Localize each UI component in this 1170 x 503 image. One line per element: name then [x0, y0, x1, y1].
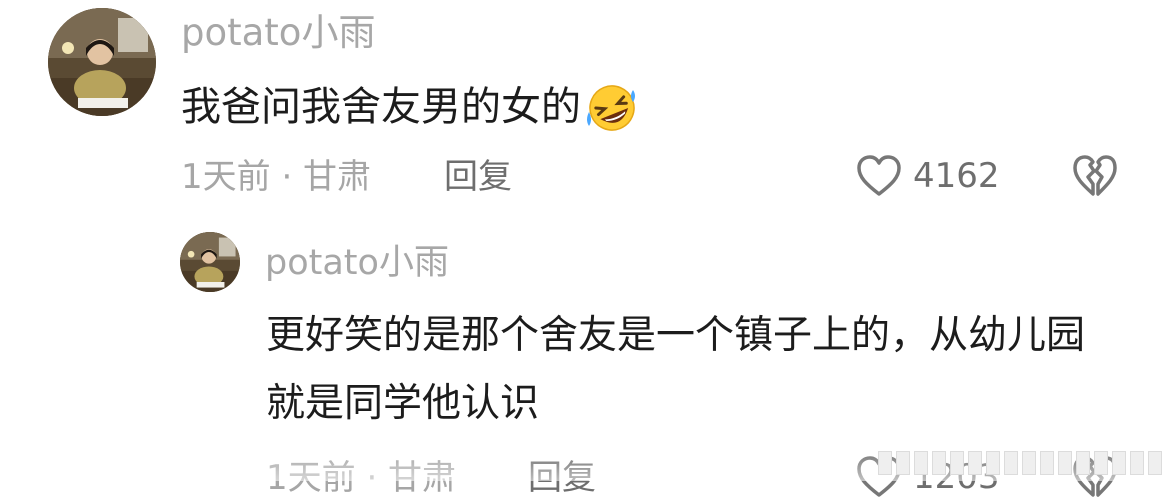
- reply-text: 更好笑的是那个舍友是一个镇子上的，从幼儿园就是同学他认识: [266, 313, 1086, 426]
- comment-text: 我爸问我舍友男的女的: [181, 84, 581, 130]
- watermark-block: [896, 451, 910, 475]
- comment-like-button[interactable]: 4162: [856, 154, 1000, 198]
- heart-outline-icon: [856, 154, 902, 198]
- watermark-block: [1058, 451, 1072, 475]
- watermark-block: [950, 451, 964, 475]
- watermark-strip: [878, 451, 1162, 475]
- reply-username[interactable]: potato小雨: [265, 246, 449, 281]
- comment-body: 我爸问我舍友男的女的: [181, 82, 641, 132]
- avatar-photo: [180, 232, 240, 292]
- comment-avatar[interactable]: [48, 8, 156, 116]
- avatar-photo: [48, 8, 156, 116]
- watermark-block: [1076, 451, 1090, 475]
- watermark-block: [1130, 451, 1144, 475]
- watermark-block: [932, 451, 946, 475]
- rolling-on-floor-laughing-emoji: [583, 82, 641, 132]
- broken-heart-icon: [1072, 154, 1118, 198]
- watermark-block: [986, 451, 1000, 475]
- comment-dislike-button[interactable]: [1072, 154, 1118, 198]
- watermark-block: [1004, 451, 1018, 475]
- watermark-block: [968, 451, 982, 475]
- watermark-block: [914, 451, 928, 475]
- watermark-block: [1040, 451, 1054, 475]
- watermark-block: [1022, 451, 1036, 475]
- watermark-block: [1094, 451, 1108, 475]
- watermark-block: [878, 451, 892, 475]
- watermark-block: [1112, 451, 1126, 475]
- watermark-block: [1148, 451, 1162, 475]
- comment-like-count: 4162: [913, 156, 1000, 196]
- reply-avatar[interactable]: [180, 232, 240, 292]
- comment-time-location: 1天前 · 甘肃: [181, 157, 372, 197]
- comment-reply-button[interactable]: 回复: [444, 160, 512, 194]
- comment-username[interactable]: potato小雨: [181, 14, 375, 51]
